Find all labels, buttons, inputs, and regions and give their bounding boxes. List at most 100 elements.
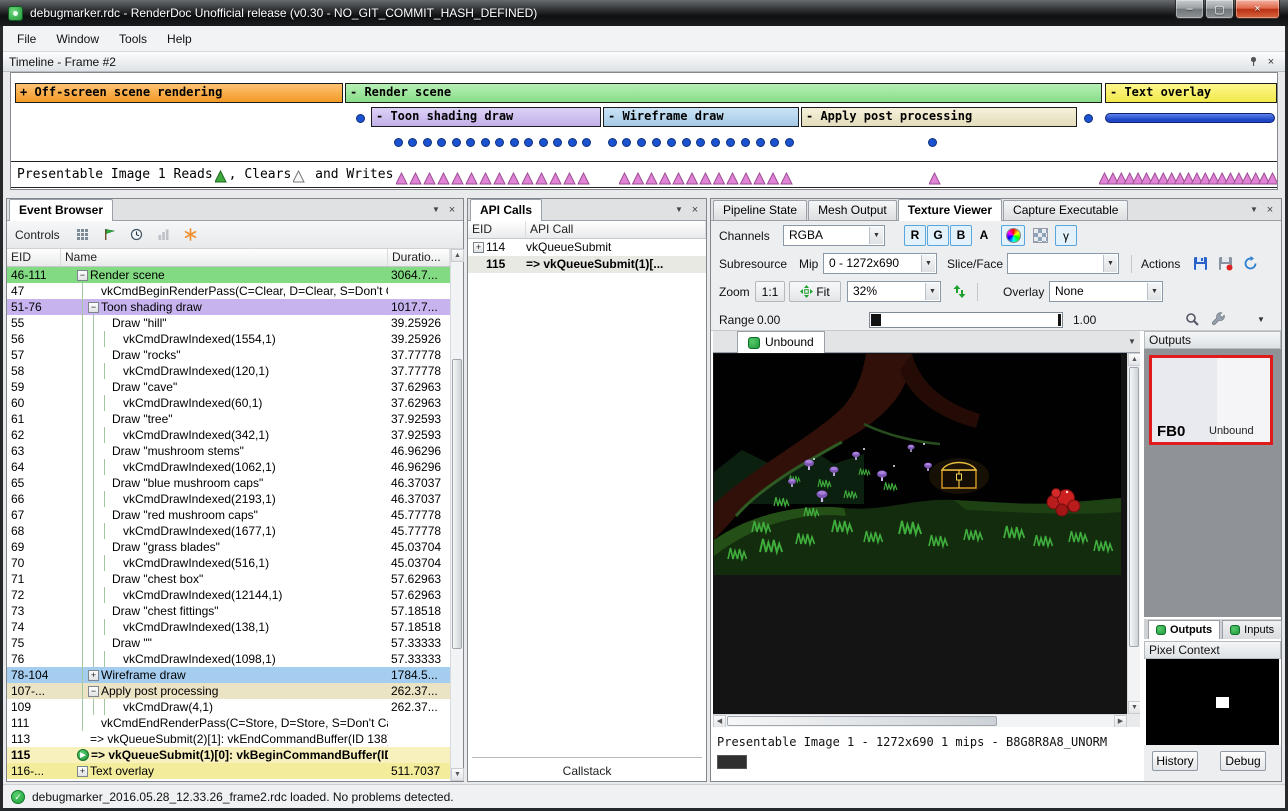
pin-icon[interactable] (1245, 54, 1261, 69)
timeline-event-dot[interactable] (452, 138, 461, 147)
timeline-draw-span[interactable] (1105, 113, 1275, 123)
overlay-select[interactable]: None▼ (1049, 281, 1163, 302)
api-calls-header[interactable]: EIDAPI Call (468, 221, 706, 239)
channel-r-toggle[interactable]: R (904, 225, 926, 246)
tab-outputs[interactable]: Outputs (1148, 620, 1220, 639)
timeline-marker-bar[interactable]: + Off-screen scene rendering (15, 83, 343, 103)
timeline-event-dot[interactable] (539, 138, 548, 147)
timeline-close-icon[interactable]: × (1263, 54, 1279, 69)
api-call-row[interactable]: +114vkQueueSubmit (468, 239, 706, 256)
timeline-marker-bar[interactable]: - Toon shading draw (371, 107, 601, 127)
timeline-event-dot[interactable] (437, 138, 446, 147)
column-header-eid[interactable]: EID (7, 249, 61, 266)
expander-icon[interactable]: + (473, 242, 484, 253)
event-row[interactable]: 65Draw "blue mushroom caps"46.37037 (7, 475, 450, 491)
event-row[interactable]: 56vkCmdDrawIndexed(1554,1)39.25926 (7, 331, 450, 347)
mip-select[interactable]: 0 - 1272x690▼ (823, 253, 937, 274)
column-header-duration[interactable]: Duratio... (388, 249, 450, 266)
texture-tab-dropdown-icon[interactable]: ▼ (1124, 333, 1140, 349)
timeline-event-dot[interactable] (408, 138, 417, 147)
timeline-event-dot[interactable] (568, 138, 577, 147)
timeline-header[interactable]: Timeline - Frame #2 × (3, 52, 1285, 72)
zoom-1to1-button[interactable]: 1:1 (755, 281, 785, 302)
event-row[interactable]: 55Draw "hill"39.25926 (7, 315, 450, 331)
menu-file[interactable]: File (7, 28, 46, 50)
debug-button[interactable]: Debug (1220, 751, 1266, 771)
api-call-row[interactable]: 115=> vkQueueSubmit(1)[... (468, 256, 706, 273)
bookmark-icon[interactable] (98, 224, 122, 246)
timeline-event-dot[interactable] (1084, 114, 1093, 123)
event-row[interactable]: 107-...−Apply post processing262.37... (7, 683, 450, 699)
table-icon[interactable] (71, 224, 95, 246)
texture-image[interactable] (714, 354, 1121, 575)
timeline-event-dot[interactable] (356, 114, 365, 123)
checkerboard-button[interactable] (1028, 225, 1052, 246)
event-row[interactable]: 66vkCmdDrawIndexed(2193,1)46.37037 (7, 491, 450, 507)
timeline-event-dot[interactable] (785, 138, 794, 147)
timeline-marker-bar[interactable]: - Render scene (345, 83, 1102, 103)
expander-icon[interactable]: + (88, 670, 99, 681)
event-row[interactable]: 58vkCmdDrawIndexed(120,1)37.77778 (7, 363, 450, 379)
tab-event-browser[interactable]: Event Browser (9, 199, 113, 221)
timeline-event-dot[interactable] (726, 138, 735, 147)
scroll-down-icon[interactable]: ▼ (451, 768, 464, 781)
event-row[interactable]: 47vkCmdBeginRenderPass(C=Clear, D=Clear,… (7, 283, 450, 299)
tab-pipeline-state[interactable]: Pipeline State (713, 200, 807, 220)
event-row[interactable]: 67Draw "red mushroom caps"45.77778 (7, 507, 450, 523)
channel-a-toggle[interactable]: A (973, 225, 995, 246)
menu-help[interactable]: Help (157, 28, 202, 50)
scroll-down-icon[interactable]: ▼ (1128, 701, 1140, 714)
scrollbar-thumb[interactable] (452, 359, 462, 649)
gamma-button[interactable]: γ (1055, 225, 1077, 246)
event-row[interactable]: 57Draw "rocks"37.77778 (7, 347, 450, 363)
tab-mesh-output[interactable]: Mesh Output (808, 200, 897, 220)
column-header-name[interactable]: Name (61, 249, 388, 266)
outputs-header[interactable]: Outputs (1144, 331, 1281, 349)
timeline-event-dot[interactable] (524, 138, 533, 147)
zoom-percent-input[interactable]: 32%▼ (847, 281, 941, 302)
texture-display[interactable]: ◀ ▶ ▲ ▼ (713, 353, 1140, 727)
event-row[interactable]: 73Draw "chest fittings"57.18518 (7, 603, 450, 619)
timeline-event-dot[interactable] (741, 138, 750, 147)
refresh-icon[interactable] (1239, 253, 1261, 274)
color-wheel-button[interactable] (1001, 225, 1025, 246)
scroll-up-icon[interactable]: ▲ (451, 249, 464, 262)
timeline-event-dot[interactable] (637, 138, 646, 147)
range-high-handle[interactable] (1058, 314, 1061, 326)
event-row[interactable]: 70vkCmdDrawIndexed(516,1)45.03704 (7, 555, 450, 571)
channels-select[interactable]: RGBA▼ (783, 225, 885, 246)
timeline-event-dot[interactable] (928, 138, 937, 147)
close-button[interactable]: × (1235, 0, 1280, 19)
fb0-thumbnail[interactable]: FB0 Unbound (1149, 355, 1273, 445)
options-icon[interactable] (179, 224, 203, 246)
expander-icon[interactable]: − (88, 686, 99, 697)
timeline-event-dot[interactable] (423, 138, 432, 147)
autofit-wrench-icon[interactable] (1207, 309, 1229, 330)
expander-icon[interactable]: − (88, 302, 99, 313)
channel-g-toggle[interactable]: G (927, 225, 949, 246)
toolbar-overflow-icon[interactable]: ▼ (1257, 309, 1265, 331)
tab-api-calls[interactable]: API Calls (470, 199, 542, 221)
expander-icon[interactable]: − (77, 270, 88, 281)
event-row[interactable]: 68vkCmdDrawIndexed(1677,1)45.77778 (7, 523, 450, 539)
titlebar[interactable]: debugmarker.rdc - RenderDoc Unofficial r… (0, 0, 1288, 26)
panel-dropdown-icon[interactable]: ▼ (428, 202, 444, 218)
scrollbar-thumb[interactable] (1129, 367, 1139, 647)
history-button[interactable]: History (1152, 751, 1198, 771)
event-row[interactable]: 46-111−Render scene3064.7... (7, 267, 450, 283)
event-row[interactable]: 64vkCmdDrawIndexed(1062,1)46.96296 (7, 459, 450, 475)
event-row[interactable]: 69Draw "grass blades"45.03704 (7, 539, 450, 555)
scroll-right-icon[interactable]: ▶ (1114, 715, 1127, 727)
column-header-eid[interactable]: EID (468, 221, 526, 238)
event-row[interactable]: 72vkCmdDrawIndexed(12144,1)57.62963 (7, 587, 450, 603)
tab-unbound-texture[interactable]: Unbound (737, 331, 825, 353)
panel-dropdown-icon[interactable]: ▼ (1246, 202, 1262, 218)
timeline-event-dot[interactable] (582, 138, 591, 147)
event-row[interactable]: 109vkCmdDraw(4,1)262.37... (7, 699, 450, 715)
display-vscrollbar[interactable]: ▲ ▼ (1127, 353, 1140, 714)
panel-dropdown-icon[interactable]: ▼ (671, 202, 687, 218)
timeline-event-dot[interactable] (622, 138, 631, 147)
timeline-event-dot[interactable] (394, 138, 403, 147)
event-browser-header[interactable]: EIDNameDuratio... (7, 249, 450, 267)
event-row[interactable]: 63Draw "mushroom stems"46.96296 (7, 443, 450, 459)
